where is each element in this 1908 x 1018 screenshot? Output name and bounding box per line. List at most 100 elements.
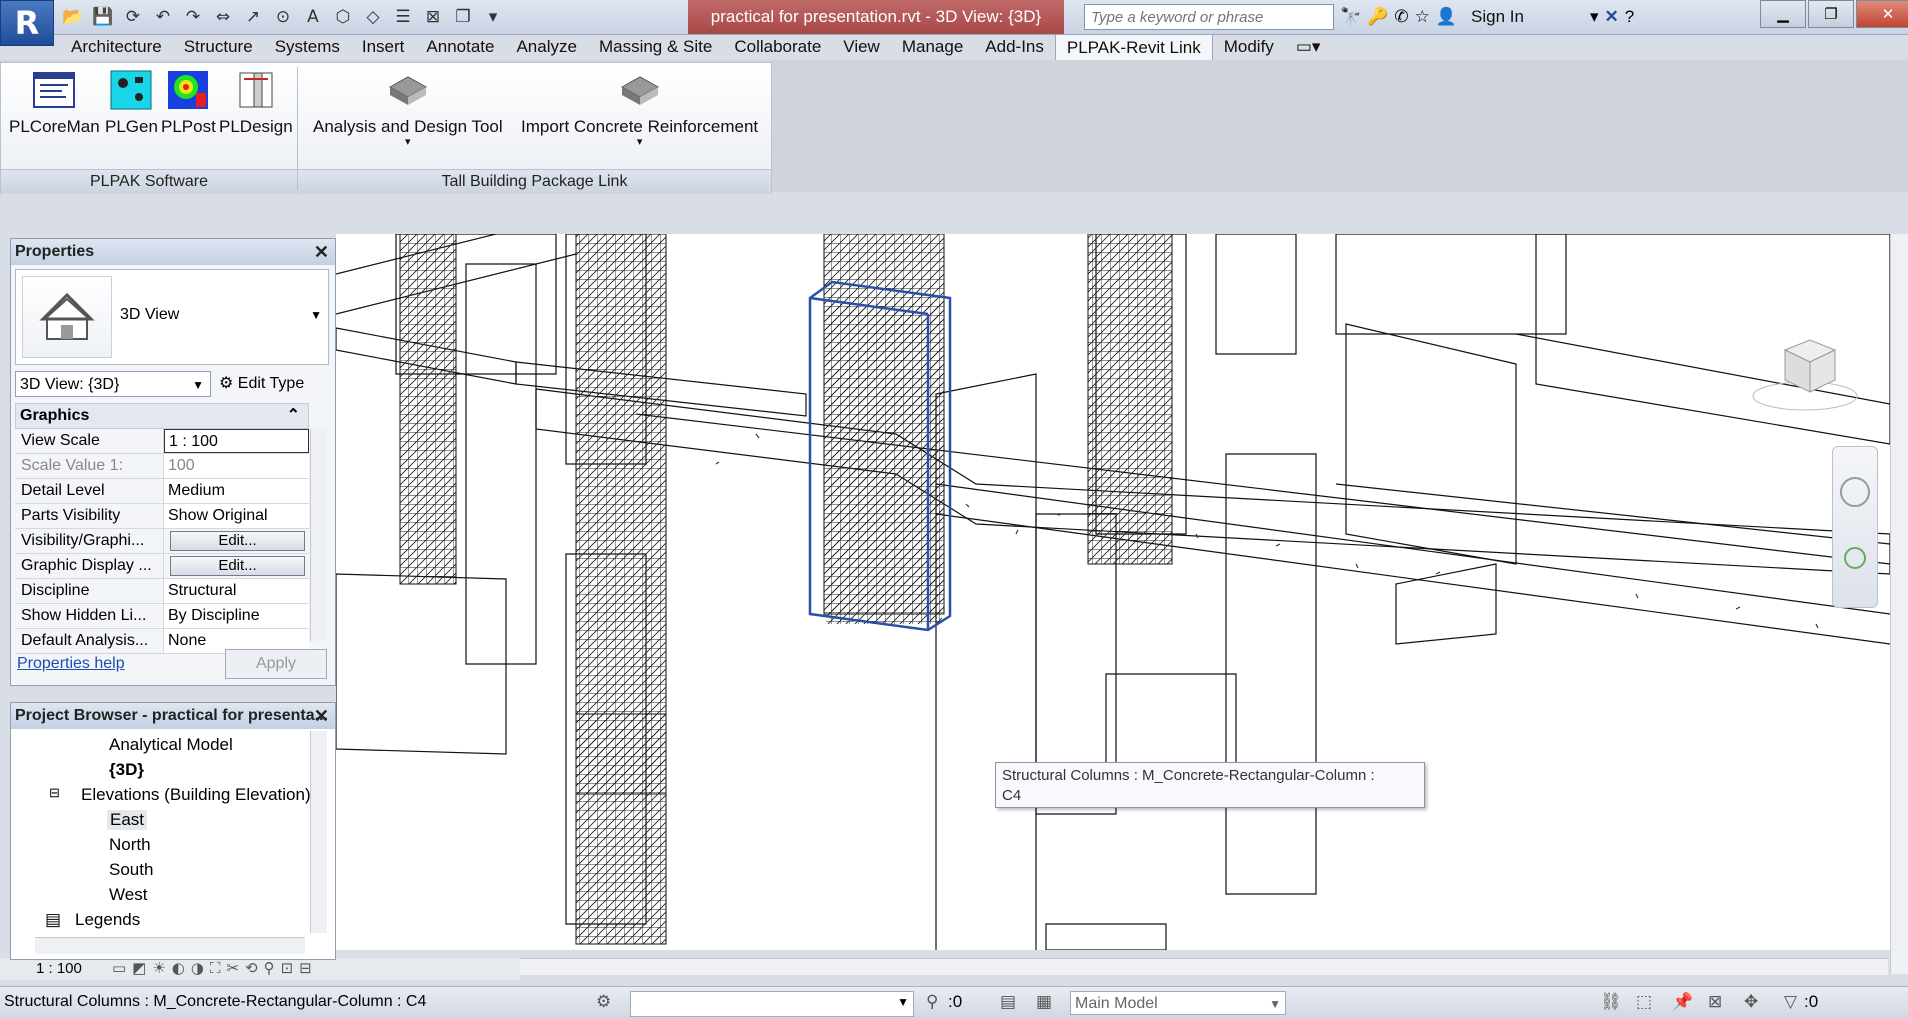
browser-horizontal-scrollbar[interactable]: [35, 937, 305, 954]
edit-type-button[interactable]: ⚙ Edit Type: [219, 371, 304, 397]
ribbon-tab[interactable]: Systems: [264, 34, 351, 60]
property-row[interactable]: View Scale 1 : 100: [15, 429, 309, 454]
ribbon-tab[interactable]: Modify: [1213, 34, 1285, 60]
save-icon[interactable]: 💾: [90, 4, 116, 30]
view-scale-field[interactable]: 1 : 100: [164, 429, 309, 453]
undo-icon[interactable]: ↶: [150, 4, 176, 30]
horizontal-scrollbar[interactable]: [520, 958, 1888, 975]
apply-button[interactable]: Apply: [225, 649, 327, 679]
vertical-scrollbar[interactable]: [1890, 234, 1908, 974]
browser-vertical-scrollbar[interactable]: [310, 731, 327, 933]
qat-menu-icon[interactable]: ▾: [480, 4, 506, 30]
favorites-icon[interactable]: ☆: [1415, 7, 1430, 27]
close-icon[interactable]: ✕: [314, 239, 329, 265]
properties-help-link[interactable]: Properties help: [17, 655, 125, 673]
minimize-icon[interactable]: ▁: [1760, 0, 1806, 28]
ribbon-tab[interactable]: Structure: [173, 34, 264, 60]
ribbon-tab[interactable]: Analyze: [505, 34, 587, 60]
editable-only-icon[interactable]: ▦: [1036, 992, 1052, 1012]
zoom-icon[interactable]: [1844, 547, 1866, 569]
redo-icon[interactable]: ↷: [180, 4, 206, 30]
editing-requests-icon[interactable]: ⚲: [926, 992, 938, 1012]
sign-in-link[interactable]: Sign In: [1471, 7, 1524, 27]
drag-elements-icon[interactable]: ✥: [1744, 992, 1758, 1012]
instance-filter-select[interactable]: 3D View: {3D} ▼: [15, 371, 211, 397]
type-selector[interactable]: 3D View ▼: [15, 269, 329, 365]
property-row[interactable]: Discipline Structural: [15, 579, 309, 604]
ribbon-tab[interactable]: View: [832, 34, 891, 60]
plcoreman-button[interactable]: PLCoreMan: [9, 69, 100, 137]
group-header-graphics[interactable]: Graphics ⌃: [15, 403, 309, 429]
close-icon[interactable]: ✕: [314, 703, 329, 729]
select-pinned-icon[interactable]: 📌: [1672, 992, 1693, 1012]
workset-select[interactable]: ▼: [630, 991, 914, 1017]
plgen-button[interactable]: PLGen: [105, 69, 158, 137]
binoculars-icon[interactable]: 🔭: [1340, 7, 1361, 27]
3d-view-canvas[interactable]: [336, 234, 1890, 950]
ribbon-tab[interactable]: Add-Ins: [974, 34, 1055, 60]
subscription-icon[interactable]: 🔑: [1367, 7, 1388, 27]
panel-label-tall-building[interactable]: Tall Building Package Link: [298, 169, 771, 194]
filter-icon[interactable]: ▽: [1784, 992, 1797, 1012]
tree-item-elevations[interactable]: Elevations (Building Elevation): [81, 785, 311, 805]
view-scale[interactable]: 1 : 100: [36, 960, 82, 977]
application-menu-button[interactable]: R: [0, 0, 54, 46]
measure-icon[interactable]: ⇔: [210, 4, 236, 30]
dimension-icon[interactable]: ↗: [240, 4, 266, 30]
view-control-icons[interactable]: ▭◩☀◐◑⛶✂⟲⚲⊡⊟: [112, 959, 318, 977]
tree-item-3d[interactable]: {3D}: [109, 760, 144, 780]
tree-item-analytical-model[interactable]: Analytical Model: [109, 735, 233, 755]
ribbon-minimize-icon[interactable]: ▭▾: [1285, 34, 1332, 60]
tree-item-west[interactable]: West: [109, 885, 147, 905]
pldesign-button[interactable]: PLDesign: [219, 69, 293, 137]
select-underlay-icon[interactable]: ⬚: [1636, 992, 1652, 1012]
ribbon-tab[interactable]: Architecture: [60, 34, 173, 60]
sign-in-dropdown-icon[interactable]: ▾: [1590, 7, 1599, 27]
select-links-icon[interactable]: ⛓: [1600, 992, 1622, 1012]
open-icon[interactable]: 📂: [60, 4, 86, 30]
exchange-icon[interactable]: ✕: [1605, 7, 1619, 27]
ribbon-tab[interactable]: Insert: [351, 34, 416, 60]
tree-item-legends[interactable]: Legends: [75, 910, 140, 930]
workset-icon[interactable]: ⚙: [596, 992, 611, 1012]
tree-item-north[interactable]: North: [109, 835, 151, 855]
ribbon-tab[interactable]: Manage: [891, 34, 974, 60]
ribbon-tab[interactable]: Collaborate: [723, 34, 832, 60]
chevron-down-icon[interactable]: ▼: [310, 308, 322, 322]
search-input[interactable]: [1084, 4, 1334, 30]
panel-label-plpak-software[interactable]: PLPAK Software: [1, 169, 297, 194]
switch-windows-icon[interactable]: ❐: [450, 4, 476, 30]
tree-item-east[interactable]: East: [107, 810, 148, 830]
import-concrete-reinforcement-button[interactable]: Import Concrete Reinforcement ▾: [521, 69, 758, 148]
sync-icon[interactable]: ⟳: [120, 4, 146, 30]
collapse-icon[interactable]: ⊟: [49, 785, 60, 801]
graphic-display-edit-button[interactable]: Edit...: [170, 556, 305, 576]
property-row[interactable]: Show Hidden Li... By Discipline: [15, 604, 309, 629]
properties-scrollbar[interactable]: [310, 429, 327, 641]
ribbon-tab[interactable]: Annotate: [415, 34, 505, 60]
property-row[interactable]: Detail Level Medium: [15, 479, 309, 504]
communication-icon[interactable]: ✆: [1394, 7, 1408, 27]
close-icon[interactable]: ✕: [1856, 0, 1908, 28]
restore-icon[interactable]: ❐: [1808, 0, 1854, 28]
design-option-select[interactable]: Main Model ▼: [1070, 991, 1286, 1015]
thin-lines-icon[interactable]: ☰: [390, 4, 416, 30]
section-icon[interactable]: ◇: [360, 4, 386, 30]
selected-column-c4[interactable]: [808, 280, 952, 632]
3d-view-icon[interactable]: ⬡: [330, 4, 356, 30]
design-options-icon[interactable]: ▤: [1000, 992, 1016, 1012]
tag-icon[interactable]: ⊙: [270, 4, 296, 30]
tree-item-south[interactable]: South: [109, 860, 153, 880]
visibility-graphics-edit-button[interactable]: Edit...: [170, 531, 305, 551]
select-by-face-icon[interactable]: ⊠: [1708, 992, 1722, 1012]
viewcube[interactable]: [1750, 330, 1860, 420]
text-icon[interactable]: A: [300, 4, 326, 30]
ribbon-tab[interactable]: PLPAK-Revit Link: [1054, 33, 1213, 61]
analysis-design-tool-button[interactable]: Analysis and Design Tool ▾: [313, 69, 503, 148]
close-hidden-icon[interactable]: ⊠: [420, 4, 446, 30]
ribbon-tab[interactable]: Massing & Site: [588, 34, 723, 60]
full-navigation-wheel-icon[interactable]: [1840, 477, 1870, 507]
help-icon[interactable]: ?: [1625, 7, 1634, 27]
plpost-button[interactable]: PLPost: [161, 69, 216, 137]
property-row[interactable]: Parts Visibility Show Original: [15, 504, 309, 529]
